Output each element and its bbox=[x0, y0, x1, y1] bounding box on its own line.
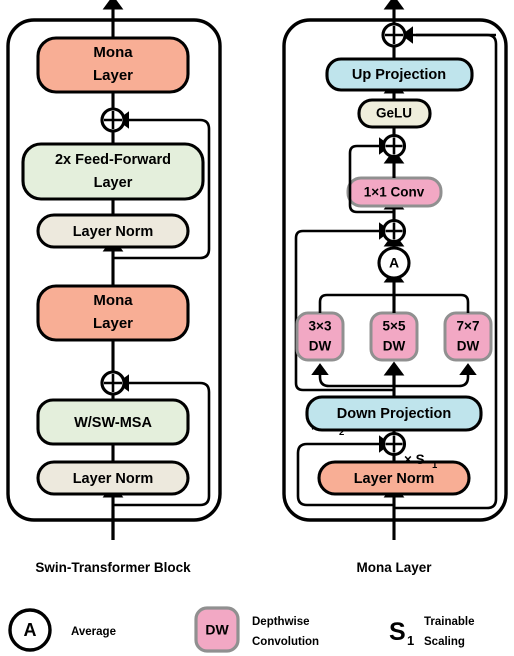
node-label-line2: Layer bbox=[94, 175, 133, 191]
panel-title-swin: Swin-Transformer Block bbox=[35, 560, 191, 575]
node-label: Layer Norm bbox=[73, 471, 154, 487]
node-label-line2: Layer bbox=[93, 67, 133, 84]
node-label-line1: 5×5 bbox=[383, 319, 406, 334]
node-mona-layer-2: Mona Layer bbox=[36, 36, 190, 94]
node-add-operator-conv bbox=[381, 133, 407, 159]
node-label: Down Projection bbox=[337, 406, 451, 422]
node-mona-layer-norm: Layer Norm bbox=[317, 460, 471, 496]
legend-average-label: Average bbox=[71, 626, 116, 638]
node-gelu: GeLU bbox=[357, 98, 432, 129]
node-dw-3x3: 3×3 DW bbox=[295, 311, 345, 362]
annotation-s1-sub: 1 bbox=[432, 460, 438, 471]
node-label: A bbox=[389, 255, 399, 271]
legend-dw-label-line2: Convolution bbox=[252, 636, 319, 648]
node-label-line2: DW bbox=[309, 339, 332, 354]
node-label-line1: Mona bbox=[93, 44, 133, 61]
node-label: W/SW-MSA bbox=[74, 415, 152, 431]
panel-title-mona: Mona Layer bbox=[356, 560, 432, 575]
node-dw-5x5: 5×5 DW bbox=[369, 311, 419, 362]
legend-item-trainable-scaling: S 1 Trainable Scaling bbox=[389, 616, 475, 648]
panel-swin-transformer-block: Layer Norm W/SW-MSA Mona Layer Layer Nor… bbox=[6, 0, 222, 575]
node-label-line2: DW bbox=[457, 339, 480, 354]
node-up-projection: Up Projection bbox=[325, 57, 474, 92]
node-label: Up Projection bbox=[352, 67, 446, 83]
wire-down-to-dw7 bbox=[394, 363, 477, 388]
node-label: 1×1 Conv bbox=[364, 185, 425, 200]
node-add-operator-ffn bbox=[100, 107, 126, 133]
node-add-operator-scaling bbox=[381, 431, 407, 457]
legend-scaling-label-line1: Trainable bbox=[424, 616, 475, 628]
panel-mona-layer: Layer Norm × S 2 × S 1 Down Projection bbox=[282, 0, 508, 575]
node-label-line1: 3×3 bbox=[309, 319, 332, 334]
legend: A Average DW Depthwise Convolution S 1 T… bbox=[8, 606, 475, 653]
legend-item-depthwise-convolution: DW Depthwise Convolution bbox=[194, 606, 319, 653]
wire-skip-identity-to-add bbox=[294, 222, 394, 392]
node-label: Layer Norm bbox=[354, 471, 435, 487]
node-down-projection: Down Projection bbox=[305, 395, 483, 432]
node-label-line1: 7×7 bbox=[457, 319, 480, 334]
legend-scaling-label-line2: Scaling bbox=[424, 636, 465, 648]
node-layer-norm-2: Layer Norm bbox=[36, 213, 190, 249]
node-label: Layer Norm bbox=[73, 224, 154, 240]
node-mona-layer-1: Mona Layer bbox=[36, 284, 190, 342]
legend-scaling-sub: 1 bbox=[407, 633, 414, 648]
mona-architecture-figure: Layer Norm W/SW-MSA Mona Layer Layer Nor… bbox=[6, 0, 508, 653]
wire-dw3-to-avg bbox=[318, 293, 394, 313]
node-label: GeLU bbox=[376, 106, 412, 121]
node-layer-norm-1: Layer Norm bbox=[36, 460, 190, 496]
node-wsw-msa: W/SW-MSA bbox=[36, 398, 190, 446]
node-feed-forward-layer: 2x Feed-Forward Layer bbox=[21, 142, 205, 201]
node-label-line1: Mona bbox=[93, 292, 133, 309]
node-add-operator-output bbox=[381, 22, 407, 48]
wire-dw7-to-avg bbox=[394, 293, 470, 313]
diagram-root: Layer Norm W/SW-MSA Mona Layer Layer Nor… bbox=[0, 0, 514, 656]
legend-average-symbol: A bbox=[24, 620, 37, 640]
node-add-operator-identity bbox=[381, 218, 407, 244]
legend-scaling-symbol: S bbox=[389, 618, 406, 646]
node-label-line2: Layer bbox=[93, 315, 133, 332]
node-add-operator-msa bbox=[100, 370, 126, 396]
annotation-s1-text: × S bbox=[404, 452, 425, 467]
node-average-operator: A bbox=[377, 246, 411, 280]
node-conv-1x1: 1×1 Conv bbox=[346, 176, 443, 208]
node-label-line2: DW bbox=[383, 339, 406, 354]
legend-dw-symbol: DW bbox=[205, 622, 229, 638]
wire-down-to-dw3 bbox=[311, 363, 394, 388]
legend-dw-label-line1: Depthwise bbox=[252, 616, 310, 628]
node-label-line1: 2x Feed-Forward bbox=[55, 152, 171, 168]
legend-item-average: A Average bbox=[8, 608, 116, 652]
